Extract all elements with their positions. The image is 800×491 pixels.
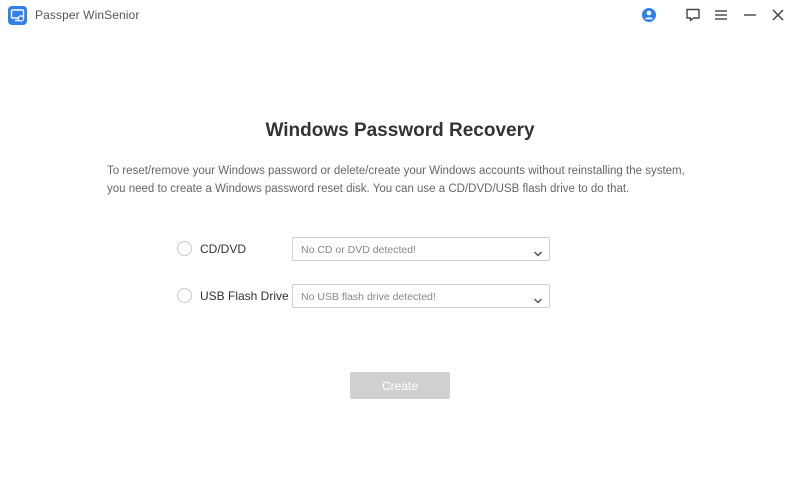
cd-dvd-radio[interactable] bbox=[177, 241, 192, 256]
description-line: To reset/remove your Windows password or… bbox=[107, 165, 685, 177]
app-title: Passper WinSenior bbox=[35, 8, 140, 22]
menu-icon[interactable] bbox=[712, 6, 730, 24]
usb-dropdown-value: No USB flash drive detected! bbox=[301, 291, 436, 303]
create-button[interactable]: Create bbox=[350, 372, 450, 399]
cd-dvd-dropdown-value: No CD or DVD detected! bbox=[301, 244, 416, 256]
chevron-down-icon bbox=[533, 245, 543, 257]
option-row-usb: USB Flash Drive No USB flash drive detec… bbox=[0, 284, 800, 308]
feedback-icon[interactable] bbox=[684, 6, 702, 24]
description-text: To reset/remove your Windows password or… bbox=[107, 162, 707, 198]
description-line: you need to create a Windows password re… bbox=[107, 183, 630, 195]
close-icon[interactable] bbox=[769, 6, 787, 24]
cd-dvd-dropdown[interactable]: No CD or DVD detected! bbox=[292, 237, 550, 261]
app-window: Passper WinSenior Windows Password Recov… bbox=[0, 0, 800, 491]
cd-dvd-label[interactable]: CD/DVD bbox=[200, 242, 246, 256]
minimize-icon[interactable] bbox=[741, 6, 759, 24]
usb-dropdown[interactable]: No USB flash drive detected! bbox=[292, 284, 550, 308]
option-row-cd-dvd: CD/DVD No CD or DVD detected! bbox=[0, 237, 800, 261]
usb-label[interactable]: USB Flash Drive bbox=[200, 289, 289, 303]
app-logo-icon bbox=[8, 6, 27, 25]
account-icon[interactable] bbox=[640, 6, 658, 24]
chevron-down-icon bbox=[533, 292, 543, 304]
usb-radio[interactable] bbox=[177, 288, 192, 303]
title-bar: Passper WinSenior bbox=[0, 0, 800, 30]
page-title: Windows Password Recovery bbox=[265, 120, 535, 141]
